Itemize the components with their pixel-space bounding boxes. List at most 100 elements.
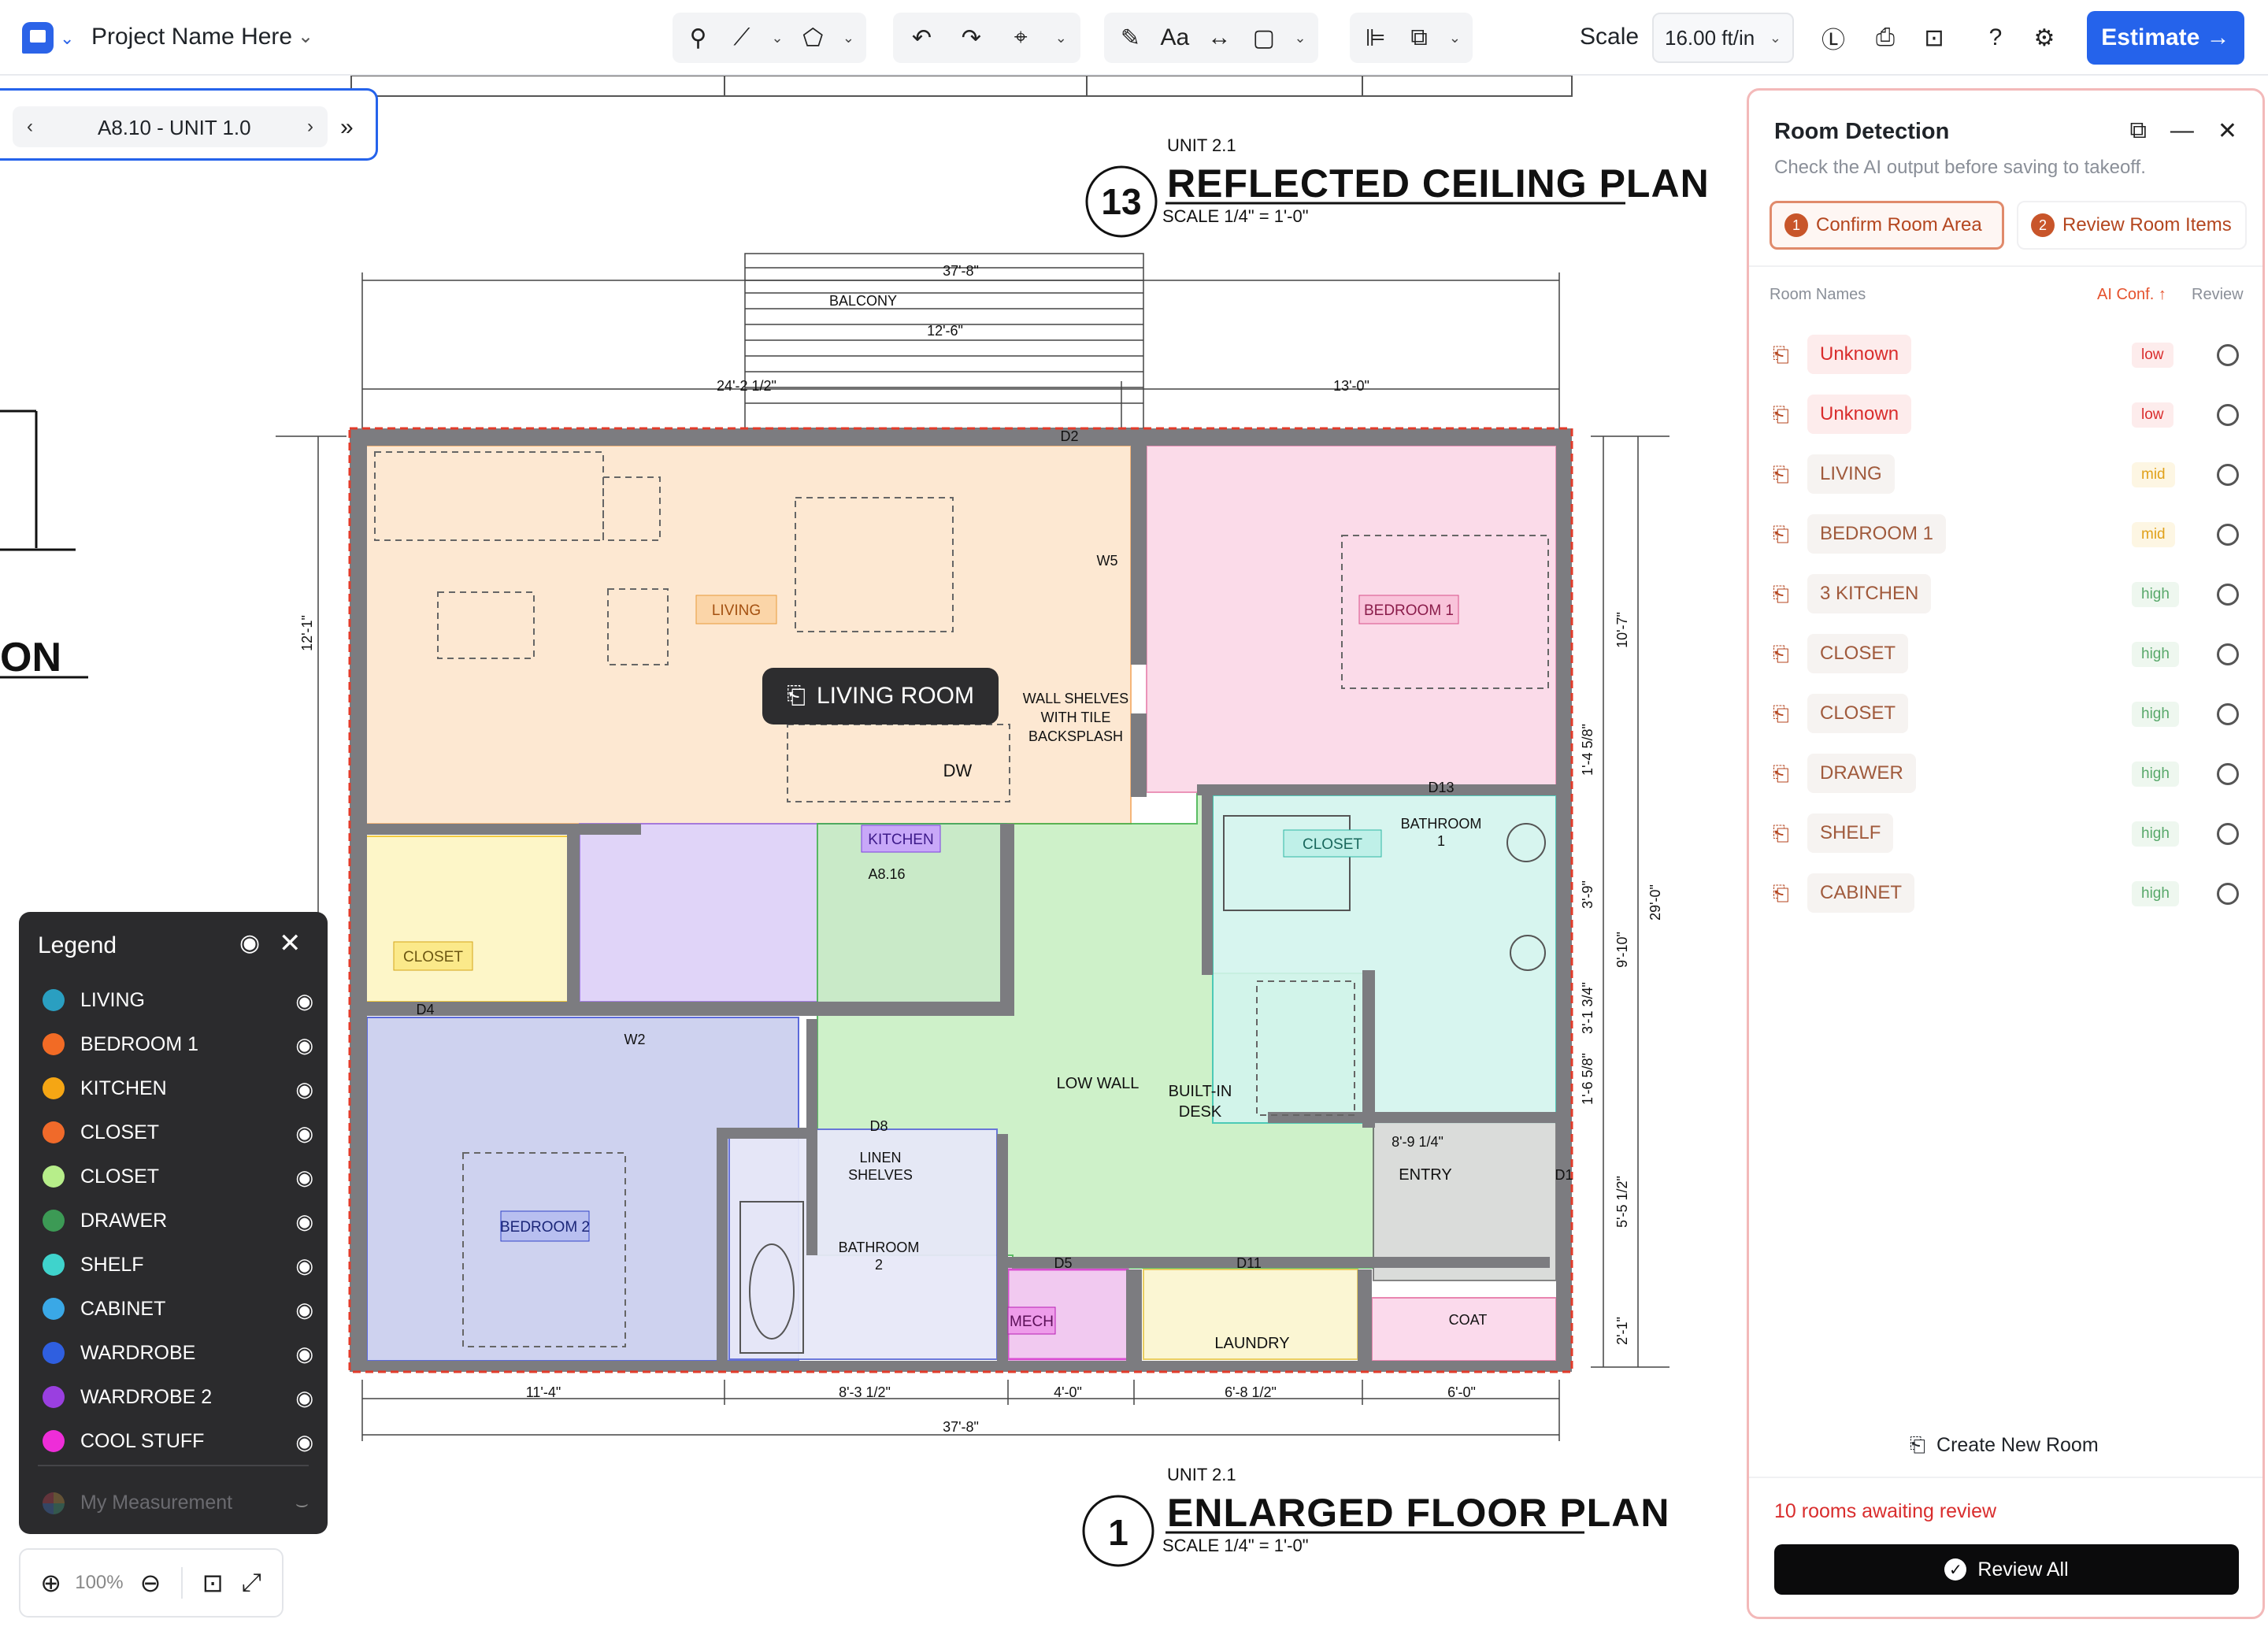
eye-icon[interactable]: ◉ bbox=[295, 989, 313, 1014]
step-review-room-items[interactable]: 2 Review Room Items bbox=[2017, 201, 2247, 250]
room-row[interactable]: ⎗ CLOSET high bbox=[1770, 686, 2250, 746]
polygon-icon[interactable]: ⬠ bbox=[795, 17, 831, 59]
chevron-down-icon[interactable]: ⌄ bbox=[1445, 17, 1465, 59]
chevron-down-icon[interactable]: ⌄ bbox=[839, 17, 858, 59]
fullscreen-icon[interactable]: ⤢ bbox=[237, 1568, 266, 1598]
area-icon[interactable]: ▢ bbox=[1246, 17, 1283, 59]
room-name-chip[interactable]: SHELF bbox=[1807, 813, 1894, 853]
review-radio[interactable] bbox=[2217, 823, 2239, 845]
eye-icon[interactable]: ◉ bbox=[295, 1077, 313, 1102]
review-radio[interactable] bbox=[2217, 643, 2239, 665]
room-name-chip[interactable]: BEDROOM 1 bbox=[1807, 514, 1947, 554]
room-row[interactable]: ⎗ SHELF high bbox=[1770, 806, 2250, 865]
expand-sheets-button[interactable]: » bbox=[340, 114, 354, 141]
scale-select[interactable]: 16.00 ft/in ⌄ bbox=[1652, 13, 1794, 63]
eye-icon[interactable]: ◉ bbox=[239, 929, 260, 957]
room-name-chip[interactable]: 3 KITCHEN bbox=[1807, 574, 1932, 613]
legend-item[interactable]: WARDROBE ◉ bbox=[38, 1331, 313, 1375]
my-measurement-item[interactable]: My Measurement bbox=[38, 1492, 232, 1514]
legend-item[interactable]: WARDROBE 2 ◉ bbox=[38, 1375, 313, 1419]
nodes-icon[interactable]: ⚲ bbox=[680, 17, 716, 59]
next-sheet-button[interactable]: › bbox=[307, 116, 313, 138]
app-logo[interactable] bbox=[22, 20, 58, 55]
zoom-out-icon[interactable]: ⊖ bbox=[135, 1568, 165, 1598]
room-name-chip[interactable]: CABINET bbox=[1807, 873, 1915, 913]
column-ai-confidence[interactable]: AI Conf. ↑ bbox=[2097, 286, 2166, 304]
review-radio[interactable] bbox=[2217, 584, 2239, 606]
review-radio[interactable] bbox=[2217, 464, 2239, 486]
project-name[interactable]: Project Name Here bbox=[91, 24, 292, 50]
eye-icon[interactable]: ◉ bbox=[295, 1430, 313, 1455]
legend-item[interactable]: COOL STUFF ◉ bbox=[38, 1419, 313, 1463]
layers-icon[interactable]: ⧉ bbox=[1401, 17, 1436, 59]
dimension-icon[interactable]: ↔ bbox=[1201, 17, 1238, 59]
chevron-down-icon[interactable]: ⌄ bbox=[1290, 17, 1310, 59]
room-row[interactable]: ⎗ 3 KITCHEN high bbox=[1770, 566, 2250, 626]
previous-sheet-button[interactable]: ‹ bbox=[27, 116, 33, 138]
legend-item[interactable]: CABINET ◉ bbox=[38, 1287, 313, 1331]
gear-icon[interactable]: ⚙ bbox=[2025, 19, 2063, 57]
ruler-icon[interactable]: ✎ bbox=[1112, 17, 1149, 59]
step-confirm-room-area[interactable]: 1 Confirm Room Area bbox=[1770, 201, 2004, 250]
review-radio[interactable] bbox=[2217, 703, 2239, 725]
zoom-in-icon[interactable]: ⊕ bbox=[36, 1568, 65, 1598]
pop-out-icon[interactable]: ⧉ bbox=[2129, 117, 2146, 145]
legend-item[interactable]: DRAWER ◉ bbox=[38, 1199, 313, 1243]
eye-icon[interactable]: ◉ bbox=[295, 1121, 313, 1146]
undo-icon[interactable]: ↶ bbox=[901, 17, 943, 59]
room-name-chip[interactable]: LIVING bbox=[1807, 454, 1895, 494]
legend-item[interactable]: KITCHEN ◉ bbox=[38, 1066, 313, 1110]
review-radio[interactable] bbox=[2217, 524, 2239, 546]
review-all-button[interactable]: ✓ Review All bbox=[1774, 1544, 2239, 1595]
close-icon[interactable]: ✕ bbox=[279, 928, 302, 959]
text-icon[interactable]: Aa bbox=[1157, 17, 1194, 59]
room-name-chip[interactable]: Unknown bbox=[1807, 335, 1912, 374]
chevron-down-icon[interactable]: ⌄ bbox=[1050, 17, 1073, 59]
estimate-button[interactable]: Estimate → bbox=[2087, 11, 2244, 65]
room-row[interactable]: ⎗ BEDROOM 1 mid bbox=[1770, 506, 2250, 566]
create-new-room-button[interactable]: ⎗ Create New Room bbox=[1910, 1434, 2099, 1457]
room-name-chip[interactable]: CLOSET bbox=[1807, 634, 1909, 673]
legend-item[interactable]: CLOSET ◉ bbox=[38, 1154, 313, 1199]
review-radio[interactable] bbox=[2217, 883, 2239, 905]
eye-closed-icon[interactable]: ⌣ bbox=[295, 1492, 309, 1517]
room-row[interactable]: ⎗ DRAWER high bbox=[1770, 746, 2250, 806]
review-radio[interactable] bbox=[2217, 763, 2239, 785]
eye-icon[interactable]: ◉ bbox=[295, 1210, 313, 1234]
room-row[interactable]: ⎗ LIVING mid bbox=[1770, 447, 2250, 506]
room-name-chip[interactable]: Unknown bbox=[1807, 395, 1912, 434]
eye-icon[interactable]: ◉ bbox=[295, 1254, 313, 1278]
legend-item[interactable]: BEDROOM 1 ◉ bbox=[38, 1022, 313, 1066]
room-row[interactable]: ⎗ Unknown low bbox=[1770, 387, 2250, 447]
eye-icon[interactable]: ◉ bbox=[295, 1033, 313, 1058]
room-row[interactable]: ⎗ Unknown low bbox=[1770, 327, 2250, 387]
legend-item[interactable]: CLOSET ◉ bbox=[38, 1110, 313, 1154]
ai-scan-icon[interactable]: ⎙ bbox=[1866, 19, 1904, 57]
room-name-chip[interactable]: CLOSET bbox=[1807, 694, 1909, 733]
text-detect-icon[interactable]: ⊡ bbox=[1915, 19, 1953, 57]
align-icon[interactable]: ⊫ bbox=[1358, 17, 1393, 59]
fit-selection-icon[interactable]: ⊡ bbox=[198, 1568, 228, 1598]
select-icon[interactable]: ⌖ bbox=[1000, 17, 1042, 59]
eye-icon[interactable]: ◉ bbox=[295, 1342, 313, 1366]
room-row[interactable]: ⎗ CLOSET high bbox=[1770, 626, 2250, 686]
close-icon[interactable]: ✕ bbox=[2218, 117, 2237, 145]
eye-icon[interactable]: ◉ bbox=[295, 1298, 313, 1322]
legend-item[interactable]: SHELF ◉ bbox=[38, 1243, 313, 1287]
help-icon[interactable]: ? bbox=[1977, 19, 2014, 57]
sheet-label[interactable]: A8.10 - UNIT 1.0 bbox=[98, 116, 251, 140]
legend-toggle-icon[interactable]: Ⓛ bbox=[1814, 19, 1852, 57]
room-name-chip[interactable]: DRAWER bbox=[1807, 754, 1916, 793]
chevron-down-icon[interactable]: ⌄ bbox=[768, 17, 788, 59]
legend-item[interactable]: LIVING ◉ bbox=[38, 978, 313, 1022]
polyline-icon[interactable]: ⟋ bbox=[724, 17, 759, 59]
redo-icon[interactable]: ↷ bbox=[951, 17, 992, 59]
room-row[interactable]: ⎗ CABINET high bbox=[1770, 865, 2250, 925]
minimize-icon[interactable]: — bbox=[2170, 117, 2194, 145]
review-radio[interactable] bbox=[2217, 344, 2239, 366]
review-radio[interactable] bbox=[2217, 404, 2239, 426]
eye-icon[interactable]: ◉ bbox=[295, 1386, 313, 1410]
eye-icon[interactable]: ◉ bbox=[295, 1166, 313, 1190]
chevron-down-icon[interactable]: ⌄ bbox=[298, 25, 313, 48]
chevron-down-icon[interactable]: ⌄ bbox=[60, 28, 74, 49]
